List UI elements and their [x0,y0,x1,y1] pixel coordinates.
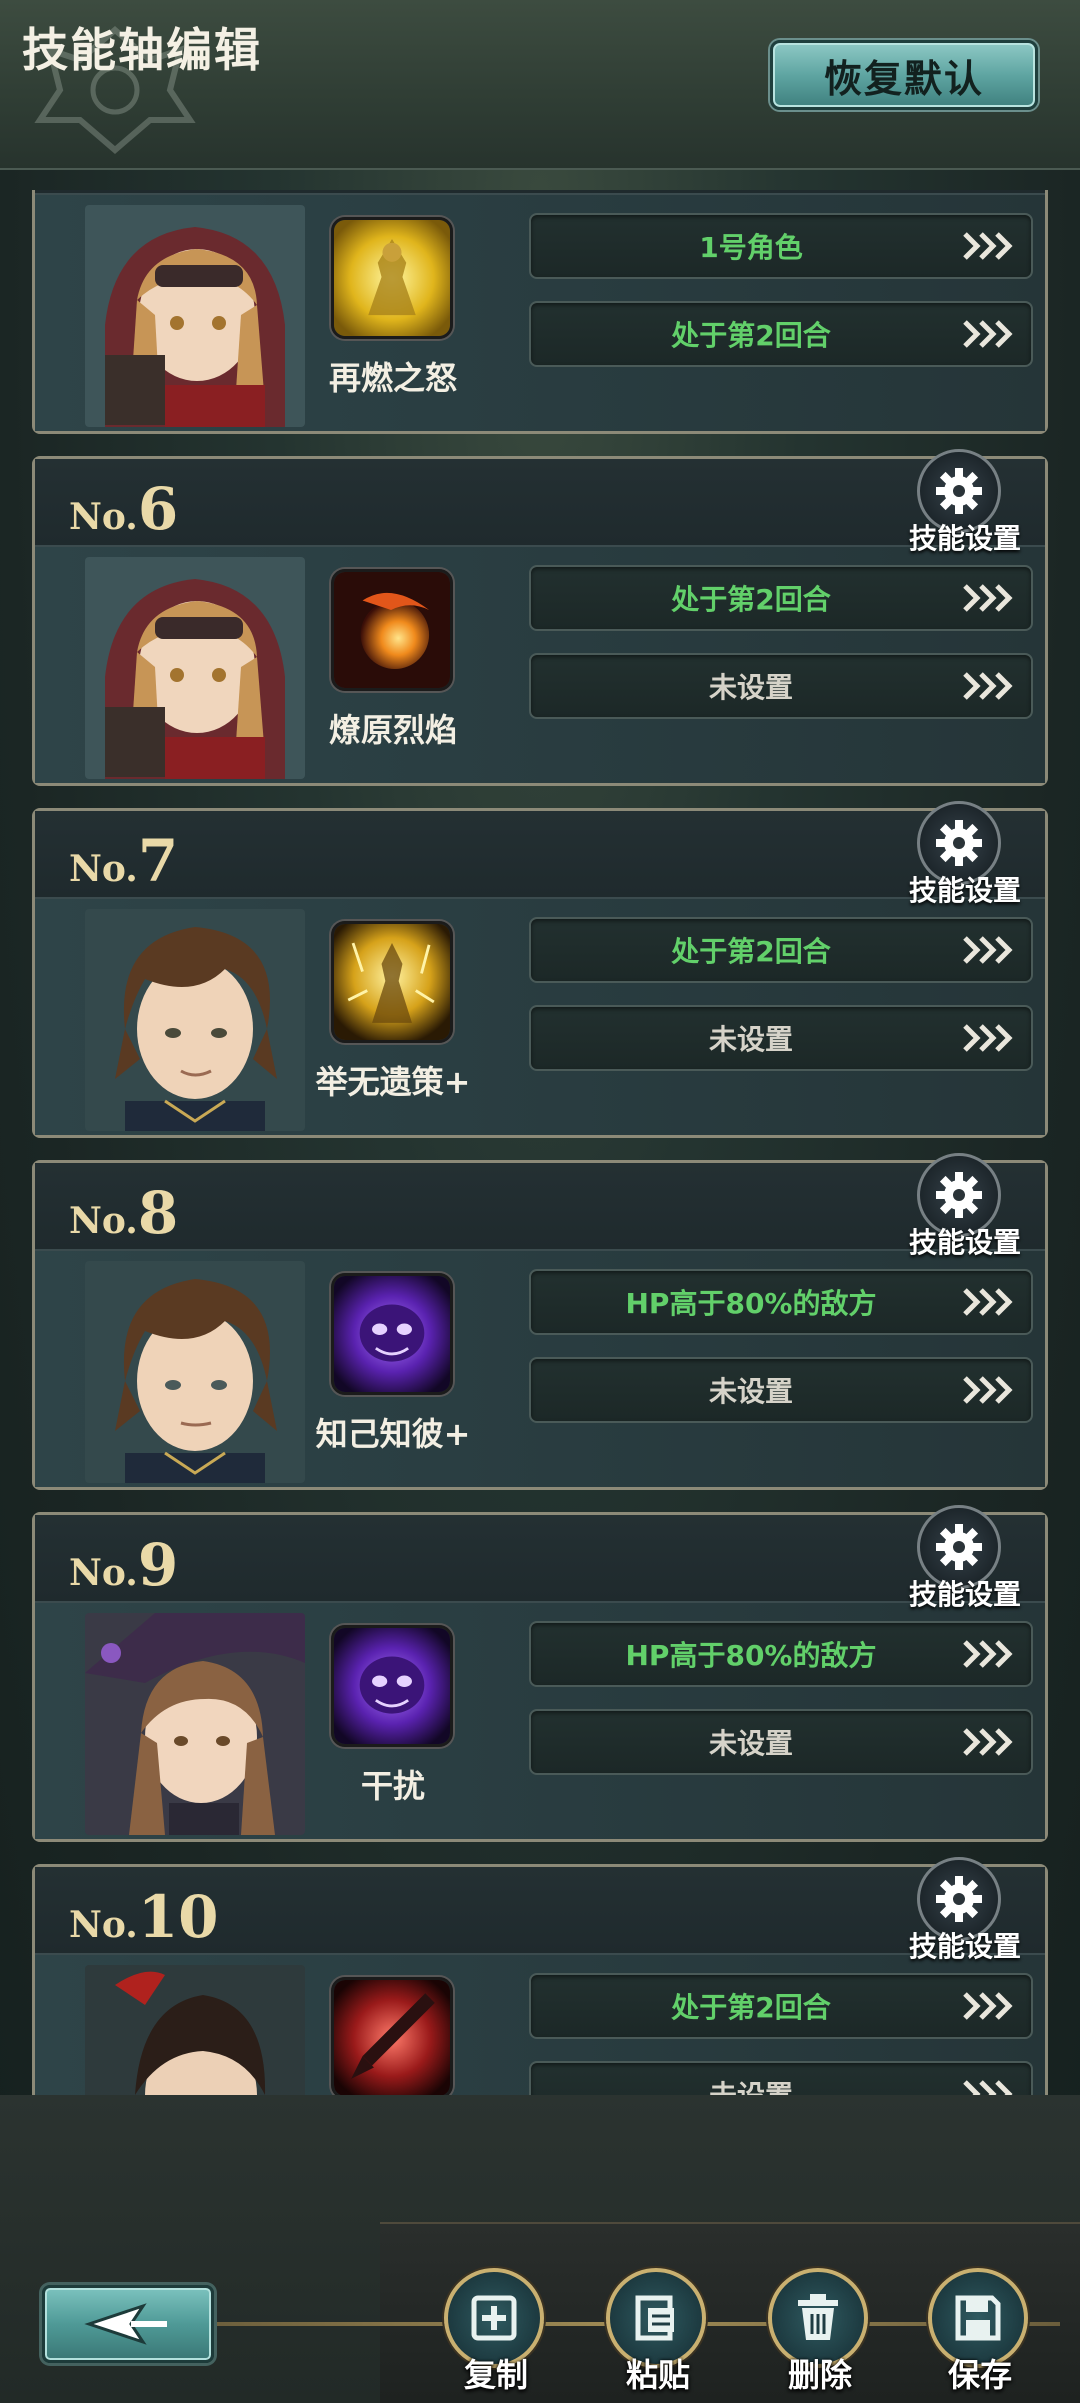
skill-name: 燎原烈焰 [328,711,457,749]
triple-chevron-icon [963,1288,1013,1316]
copy-label: 复制 [463,2356,528,2394]
witch-hat-girl-portrait [85,1613,305,1835]
skill-name: 再燃之怒 [328,359,457,397]
card-number: No.9 [69,1531,179,1599]
triple-chevron-icon [963,936,1013,964]
skill-setting-label[interactable]: 技能设置 [909,1925,1021,1965]
condition-text: 未设置 [708,1375,793,1408]
target-condition-field[interactable]: HP高于80%的敌方 [529,1269,1033,1335]
card-number: No.6 [69,475,179,543]
condition-text: HP高于80%的敌方 [625,1287,877,1320]
timing-condition-field[interactable]: 未设置 [529,1005,1033,1071]
skill-name: 举无遗策+ [315,1063,471,1101]
skill-card[interactable]: No.9 技能设置 干扰 HP高于80%的敌方 未设置 [32,1505,1048,1842]
copy-button[interactable]: 复制 [444,2268,548,2394]
rage-rekindle-icon [331,217,453,339]
card-number: No.10 [69,1883,219,1951]
back-button[interactable] [42,2285,214,2363]
triple-chevron-icon [963,1024,1013,1052]
skill-card[interactable]: No.10 技能设置 处于第2回合 未设置 [32,1857,1048,2095]
paste-label: 粘贴 [625,2356,690,2394]
gear-icon [936,468,982,514]
skill-setting-label[interactable]: 技能设置 [909,517,1021,557]
condition-text: 1号角色 [699,231,803,264]
brown-hair-man-portrait [85,1261,305,1483]
red-hood-girl-portrait [85,205,305,427]
triple-chevron-icon [963,672,1013,700]
card-number: No.8 [69,1179,179,1247]
skill-card[interactable]: No.7 技能设置 举无遗策+ 处于第2回合 未设置 [32,801,1048,1138]
timing-condition-field[interactable]: 未设置 [529,1709,1033,1775]
skill-setting-label[interactable]: 技能设置 [909,869,1021,909]
skill-setting-label[interactable]: 技能设置 [909,1573,1021,1613]
gear-icon [936,1524,982,1570]
condition-text: 未设置 [531,2063,971,2095]
target-condition-field[interactable]: 1号角色 [529,213,1033,279]
fireball-icon [331,569,453,691]
target-condition-field[interactable]: 处于第2回合 [529,1973,1033,2039]
card-number: No.7 [69,827,179,895]
back-arrow-icon [84,2303,167,2345]
triple-chevron-icon [963,232,1013,260]
skill-setting-label[interactable]: 技能设置 [909,1221,1021,1261]
triple-chevron-icon [963,320,1013,348]
skill-axis-list[interactable]: 再燃之怒 1号角色 处于第2回合 No.6 技能设置 燎原烈焰 处于第2回合 未… [0,190,1080,2095]
skill-card[interactable]: No.6 技能设置 燎原烈焰 处于第2回合 未设置 [32,449,1048,786]
red-hood-girl-portrait [85,557,305,779]
paste-button[interactable]: 粘贴 [606,2268,710,2394]
target-condition-field[interactable]: HP高于80%的敌方 [529,1621,1033,1687]
skill-name: 干扰 [360,1767,425,1805]
triple-chevron-icon [963,1728,1013,1756]
triple-chevron-icon [963,2080,1013,2095]
target-condition-field[interactable]: 处于第2回合 [529,565,1033,631]
purple-skull-icon [331,1625,453,1747]
timing-condition-field[interactable]: 未设置 [529,1357,1033,1423]
copy-icon [471,2295,517,2341]
condition-text: 未设置 [708,671,793,704]
condition-text: 未设置 [708,1023,793,1056]
skill-card[interactable]: No.8 技能设置 知己知彼+ HP高于80%的敌方 未设置 [32,1153,1048,1490]
save-icon [955,2295,1001,2341]
header-bar: 技能轴编辑 恢复默认 [0,0,1080,170]
delete-label: 删除 [787,2356,852,2394]
paste-icon [635,2295,674,2341]
gear-icon [936,1876,982,1922]
condition-text: 处于第2回合 [671,319,831,352]
condition-text: 处于第2回合 [671,935,831,968]
target-condition-field[interactable]: 处于第2回合 [529,917,1033,983]
triple-chevron-icon [963,1376,1013,1404]
restore-default-button[interactable]: 恢复默认 [770,40,1038,110]
save-label: 保存 [947,2356,1012,2394]
golden-aura-icon [331,921,453,1043]
skill-name: 知己知彼+ [315,1415,471,1453]
page-title: 技能轴编辑 [22,23,262,77]
delete-button[interactable]: 删除 [768,2268,872,2394]
trash-icon [798,2294,838,2340]
gear-icon [936,1172,982,1218]
triple-chevron-icon [963,1640,1013,1668]
purple-skull-icon [331,1273,453,1395]
save-button[interactable]: 保存 [928,2268,1032,2394]
triple-chevron-icon [963,584,1013,612]
condition-text: HP高于80%的敌方 [625,1639,877,1672]
condition-text: 处于第2回合 [671,1991,831,2024]
crimson-sword-icon [331,1977,453,2095]
timing-condition-field[interactable]: 未设置 [529,2061,1033,2095]
condition-text: 处于第2回合 [671,583,831,616]
triple-chevron-icon [963,1992,1013,2020]
condition-text: 未设置 [708,1727,793,1760]
timing-condition-field[interactable]: 处于第2回合 [529,301,1033,367]
red-hairpin-woman-portrait [85,1965,305,2095]
skill-card[interactable]: 再燃之怒 1号角色 处于第2回合 [32,190,1048,434]
brown-hair-man-portrait [85,909,305,1131]
gear-icon [936,820,982,866]
timing-condition-field[interactable]: 未设置 [529,653,1033,719]
